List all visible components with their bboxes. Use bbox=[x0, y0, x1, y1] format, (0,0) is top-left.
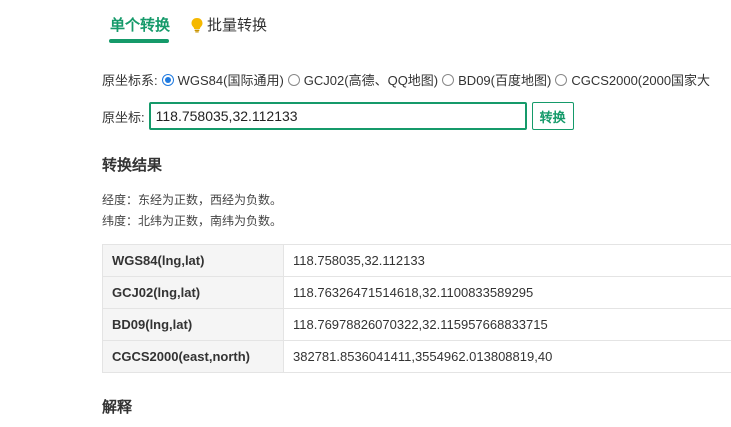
tab-batch-convert[interactable]: 批量转换 bbox=[190, 14, 267, 37]
coordinate-input[interactable] bbox=[148, 102, 527, 130]
table-row: WGS84(lng,lat) 118.758035,32.112133 bbox=[102, 244, 731, 277]
tab-batch-label: 批量转换 bbox=[207, 17, 268, 34]
radio-bd09-label: BD09(百度地图) bbox=[458, 73, 552, 88]
source-system-label: 原坐标系: bbox=[102, 73, 158, 88]
longitude-note: 经度：东经为正数，西经为负数。 bbox=[102, 193, 283, 207]
radio-button[interactable] bbox=[555, 73, 568, 86]
result-key: BD09(lng,lat) bbox=[102, 308, 284, 341]
radio-cgcs2000-label: CGCS2000(2000国家大 bbox=[571, 73, 711, 88]
convert-button[interactable]: 转换 bbox=[531, 102, 574, 130]
table-row: GCJ02(lng,lat) 118.76326471514618,32.110… bbox=[102, 276, 731, 309]
table-row: BD09(lng,lat) 118.76978826070322,32.1159… bbox=[102, 308, 731, 341]
radio-gcj02[interactable]: GCJ02(高德、QQ地图) bbox=[287, 70, 439, 89]
explain-heading: 解释 bbox=[102, 399, 133, 416]
coordinate-input-label: 原坐标: bbox=[102, 109, 145, 125]
result-value: 118.76978826070322,32.115957668833715 bbox=[283, 308, 731, 341]
tab-single-label: 单个转换 bbox=[110, 17, 171, 34]
radio-wgs84[interactable]: WGS84(国际通用) bbox=[161, 70, 284, 89]
radio-button[interactable] bbox=[442, 73, 455, 86]
radio-gcj02-label: GCJ02(高德、QQ地图) bbox=[303, 73, 439, 88]
result-key: WGS84(lng,lat) bbox=[102, 244, 284, 277]
radio-bd09[interactable]: BD09(百度地图) bbox=[442, 70, 551, 89]
result-heading: 转换结果 bbox=[102, 157, 163, 174]
result-value: 382781.8536041411,3554962.013808819,40 bbox=[283, 340, 731, 373]
active-tab-indicator bbox=[109, 39, 169, 43]
source-system-row: 原坐标系: WGS84(国际通用) GCJ02(高德、QQ地图) BD09(百度… bbox=[102, 70, 710, 89]
radio-cgcs2000[interactable]: CGCS2000(2000国家大 bbox=[555, 70, 710, 89]
radio-button[interactable] bbox=[287, 73, 300, 86]
result-value: 118.758035,32.112133 bbox=[283, 244, 731, 277]
lightbulb-icon bbox=[190, 17, 204, 37]
result-table: WGS84(lng,lat) 118.758035,32.112133 GCJ0… bbox=[102, 244, 731, 373]
result-key: GCJ02(lng,lat) bbox=[102, 276, 284, 309]
coordinate-input-row: 原坐标: 转换 bbox=[102, 102, 574, 130]
latitude-note: 纬度：北纬为正数，南纬为负数。 bbox=[102, 214, 283, 228]
result-value: 118.76326471514618,32.1100833589295 bbox=[283, 276, 731, 309]
radio-button-checked[interactable] bbox=[161, 73, 174, 86]
result-key: CGCS2000(east,north) bbox=[102, 340, 284, 373]
table-row: CGCS2000(east,north) 382781.8536041411,3… bbox=[102, 340, 731, 373]
tab-single-convert[interactable]: 单个转换 bbox=[109, 14, 171, 43]
radio-wgs84-label: WGS84(国际通用) bbox=[177, 73, 284, 88]
